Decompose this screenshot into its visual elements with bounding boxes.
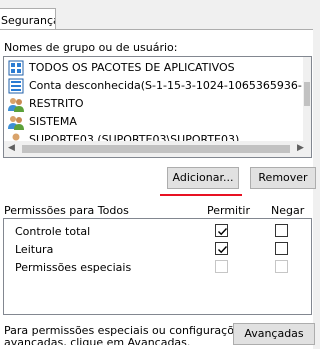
advanced-hint-text: Para permissões especiais ou configuraçõ… <box>4 325 247 345</box>
permission-label: Permissões especiais <box>15 261 132 274</box>
app-packages-icon <box>8 60 24 76</box>
tab-security[interactable]: Segurança <box>0 8 56 30</box>
remove-button[interactable]: Remover <box>250 167 316 189</box>
allow-column-header: Permitir <box>207 204 251 217</box>
group-icon <box>8 114 24 130</box>
users-horizontal-scrollbar[interactable]: ◀ ▶ <box>4 141 311 157</box>
deny-checkbox <box>275 260 288 273</box>
scroll-left-icon[interactable]: ◀ <box>8 143 15 153</box>
unknown-account-icon <box>8 78 24 94</box>
scroll-right-icon[interactable]: ▶ <box>297 143 304 153</box>
deny-column-header: Negar <box>271 204 305 217</box>
check-icon <box>218 228 228 236</box>
allow-checkbox[interactable] <box>215 224 228 237</box>
deny-checkbox[interactable] <box>275 242 288 255</box>
permissions-heading: Permissões para Todos <box>4 204 129 217</box>
group-icon <box>8 96 24 112</box>
allow-checkbox[interactable] <box>215 242 228 255</box>
advanced-button[interactable]: Avançadas <box>233 323 315 345</box>
users-heading: Nomes de grupo ou de usuário: <box>4 41 178 54</box>
allow-checkbox <box>215 260 228 273</box>
permission-label: Leitura <box>15 243 54 256</box>
vertical-scroll-thumb[interactable] <box>304 82 310 106</box>
tab-security-label: Segurança <box>1 14 56 27</box>
deny-checkbox[interactable] <box>275 224 288 237</box>
users-list[interactable]: TODOS OS PACOTES DE APLICATIVOS Conta de… <box>3 56 312 158</box>
horizontal-scroll-thumb[interactable] <box>22 145 290 153</box>
highlight-underline <box>160 194 242 196</box>
users-vertical-scrollbar[interactable] <box>303 57 311 141</box>
permission-label: Controle total <box>15 225 91 238</box>
check-icon <box>218 246 228 254</box>
add-button[interactable]: Adicionar... <box>167 167 239 189</box>
